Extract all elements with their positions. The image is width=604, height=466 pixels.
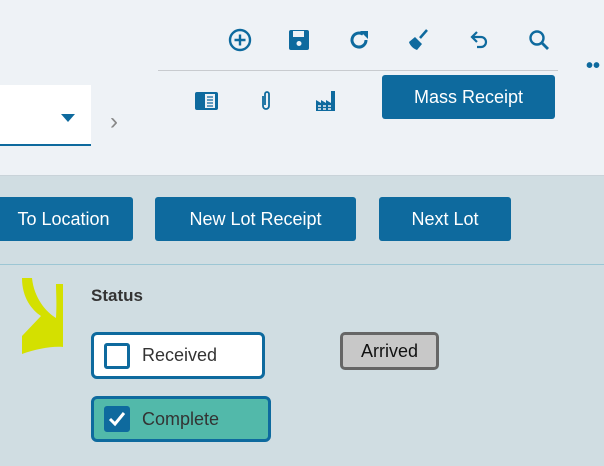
section-divider [0,264,604,265]
received-checkbox[interactable]: Received [91,332,265,379]
add-circle-icon[interactable] [227,27,253,53]
undo-icon[interactable] [466,27,492,53]
checkmark-icon [104,406,130,432]
new-lot-receipt-button[interactable]: New Lot Receipt [155,197,356,241]
toolbar-divider [158,70,558,71]
clear-broom-icon[interactable] [405,27,431,53]
to-location-button[interactable]: To Location [0,197,133,241]
attachment-icon[interactable] [253,88,279,114]
mass-receipt-button[interactable]: Mass Receipt [382,75,555,119]
save-icon[interactable] [286,27,312,53]
received-label: Received [142,345,218,365]
search-icon[interactable] [526,27,552,53]
next-lot-button[interactable]: Next Lot [379,197,511,241]
complete-label: Complete [142,408,220,429]
status-label: Status [91,286,143,305]
dropdown-select[interactable] [0,85,91,146]
complete-checkbox[interactable]: Complete [91,396,271,442]
chevron-right-icon[interactable]: › [110,108,118,136]
status-badge: Arrived [340,332,439,370]
header-area: •• Mass Receipt › [0,0,604,175]
factory-icon[interactable] [313,88,339,114]
more-options-icon[interactable]: •• [586,56,600,76]
refresh-icon[interactable] [346,27,372,53]
document-panel-icon[interactable] [193,88,219,114]
caret-down-icon [61,114,75,122]
unchecked-box-icon [104,342,130,369]
annotation-arrow-icon [22,278,63,354]
content-area: To Location New Lot Receipt Next Lot Sta… [0,175,604,466]
